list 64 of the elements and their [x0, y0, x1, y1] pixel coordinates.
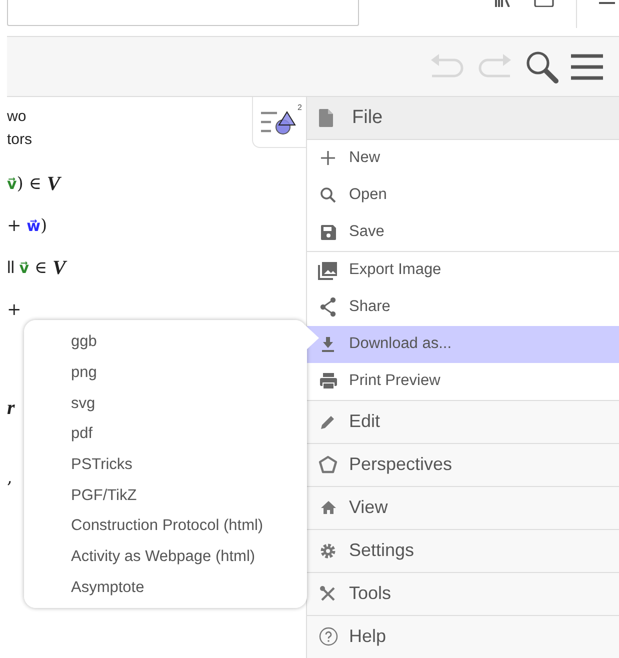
- menu-section-label: View: [349, 497, 388, 518]
- menu-item-label: Print Preview: [349, 372, 440, 390]
- algebra-entry: tors: [7, 130, 32, 150]
- search-icon[interactable]: [525, 50, 559, 84]
- search-field[interactable]: [7, 0, 359, 26]
- menu-item-label: Export Image: [349, 261, 442, 280]
- plus-icon: [320, 150, 336, 166]
- download-format-item[interactable]: pdf: [71, 419, 307, 450]
- download-format-item[interactable]: Asymptote: [71, 572, 307, 604]
- algebra-style-button[interactable]: 2: [252, 97, 306, 148]
- download-format-item[interactable]: png: [71, 358, 307, 388]
- algebra-description-icon: [260, 109, 298, 135]
- download-format-item[interactable]: Activity as Webpage (html): [71, 542, 307, 572]
- menu-section[interactable]: Edit: [307, 400, 619, 443]
- tools-icon: [319, 585, 337, 602]
- algebra-entry: r: [7, 396, 15, 420]
- menu-item[interactable]: Print Preview: [307, 362, 619, 400]
- image-icon: [318, 260, 338, 280]
- menu-section[interactable]: Perspectives: [307, 442, 619, 486]
- menu-item[interactable]: Open: [307, 176, 619, 214]
- menu-section-label: Edit: [349, 411, 380, 432]
- menu-section-label: Settings: [349, 540, 414, 562]
- menu-section[interactable]: Help: [307, 614, 619, 658]
- menu-section-label: Tools: [349, 583, 392, 604]
- menu-item-label: Open: [349, 186, 387, 204]
- file-menu-header[interactable]: File: [307, 97, 619, 140]
- algebra-entry: ,: [7, 467, 12, 490]
- menu-icon[interactable]: [571, 52, 603, 80]
- menu-item[interactable]: Share: [307, 288, 619, 326]
- printer-icon: [318, 372, 338, 390]
- menu-item-label: New: [349, 149, 380, 168]
- algebra-entry: +: [7, 299, 22, 322]
- window-icon[interactable]: [534, 0, 554, 7]
- algebra-entry: wo: [7, 107, 26, 127]
- share-icon: [319, 297, 337, 318]
- menu-item-label: Download as...: [349, 335, 452, 354]
- menu-section[interactable]: View: [307, 486, 619, 529]
- menu-item[interactable]: Download as...: [307, 326, 619, 363]
- download-format-item[interactable]: PGF/TikZ: [71, 480, 307, 512]
- download-format-item[interactable]: Construction Protocol (html): [71, 511, 307, 542]
- algebra-entry: + w⃗): [7, 215, 48, 238]
- menu-section-label: Help: [349, 626, 386, 648]
- menu-item-label: Share: [349, 298, 390, 316]
- menu-item[interactable]: New: [307, 140, 619, 177]
- pentagon-icon: [318, 455, 338, 474]
- download-icon: [321, 336, 335, 352]
- home-icon: [320, 500, 336, 516]
- download-format-item[interactable]: ggb: [71, 327, 307, 358]
- menu-item-label: Save: [349, 223, 384, 242]
- menu-item[interactable]: Save: [307, 214, 619, 251]
- menu-section[interactable]: Settings: [307, 528, 619, 572]
- download-format-item[interactable]: PSTricks: [71, 450, 307, 480]
- file-icon: [318, 108, 334, 128]
- menu-section[interactable]: Tools: [307, 572, 619, 615]
- menu-section-label: Perspectives: [349, 454, 452, 476]
- download-format-item[interactable]: svg: [71, 388, 307, 420]
- algebra-entry: ll v⃗ ∈ V: [7, 256, 66, 280]
- library-icon[interactable]: [494, 0, 512, 7]
- menu-item[interactable]: Export Image: [307, 250, 619, 289]
- gear-icon: [319, 542, 337, 560]
- search-icon: [320, 187, 336, 204]
- algebra-entry: v⃗) ∈ V: [7, 172, 60, 196]
- menu-header-label: File: [352, 106, 383, 129]
- help-icon: [318, 627, 338, 646]
